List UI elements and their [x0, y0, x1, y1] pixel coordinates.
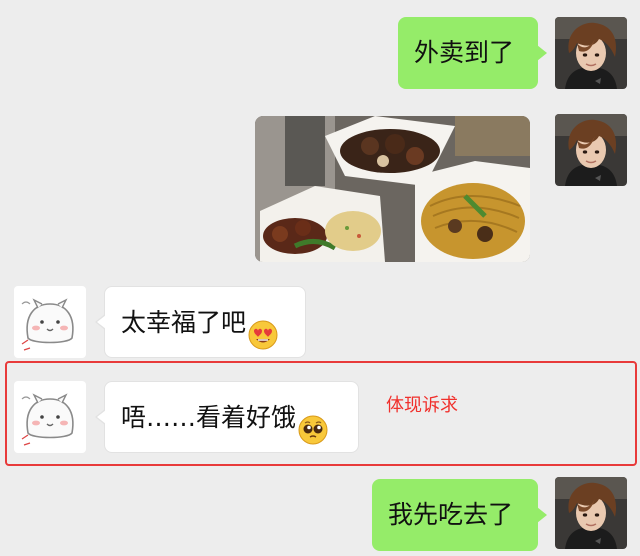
message-bubble-received[interactable]: 太幸福了吧 — [95, 286, 306, 358]
message-bubble-sent[interactable]: 我先吃去了 — [372, 479, 547, 551]
message-bubble-sent[interactable]: 外卖到了 — [398, 17, 547, 89]
annotation-label: 体现诉求 — [386, 395, 458, 416]
self-avatar[interactable] — [555, 477, 627, 549]
message-text: 我先吃去了 — [388, 500, 514, 529]
self-avatar[interactable] — [555, 114, 627, 186]
friend-avatar[interactable] — [14, 286, 86, 358]
highlight-frame — [5, 361, 637, 466]
takeout-food-photo[interactable] — [255, 116, 530, 262]
message-text: 外卖到了 — [414, 38, 515, 67]
message-text: 太幸福了吧 — [121, 308, 247, 337]
self-avatar[interactable] — [555, 17, 627, 89]
heart-eyes-emoji-icon — [248, 306, 278, 350]
